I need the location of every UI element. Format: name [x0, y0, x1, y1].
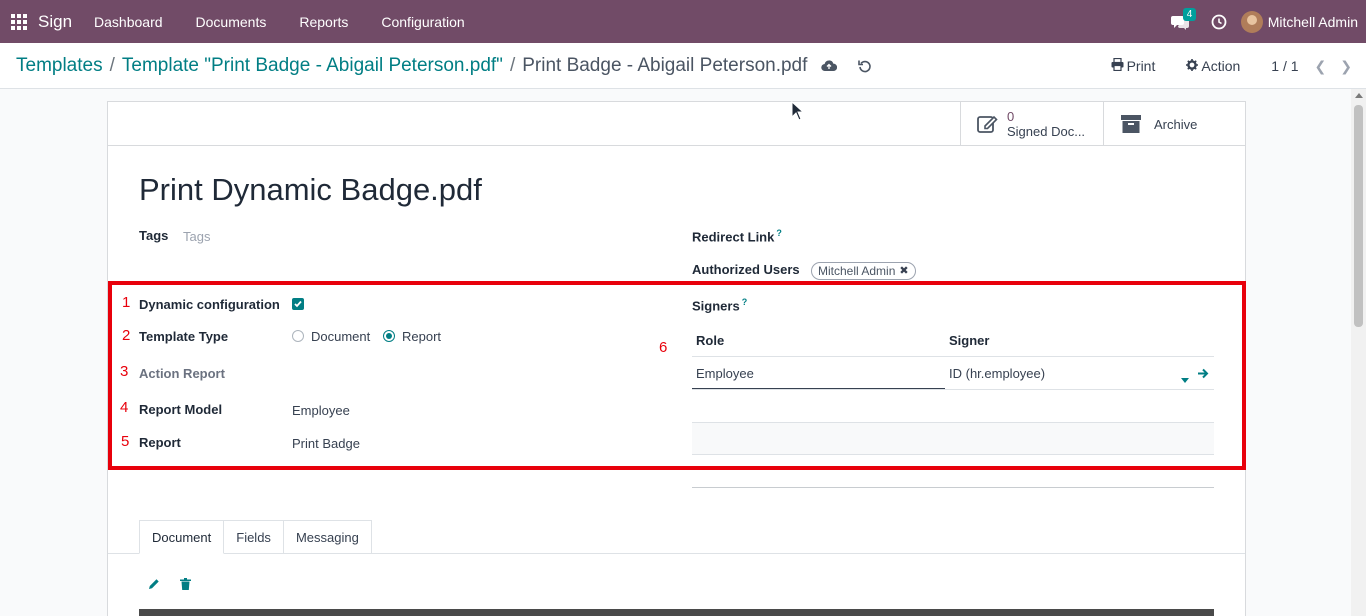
- gear-icon: [1186, 58, 1201, 74]
- tags-label: Tags: [139, 228, 169, 243]
- document-preview-area: [139, 609, 1214, 616]
- dynamic-configuration-label: Dynamic configuration: [139, 297, 280, 312]
- action-button[interactable]: Action: [1186, 58, 1240, 74]
- breadcrumb: Templates / Template "Print Badge - Abig…: [16, 55, 873, 77]
- breadcrumb-separator: /: [109, 54, 115, 76]
- open-record-arrow-icon[interactable]: [1198, 367, 1209, 382]
- table-row-divider: [692, 454, 1214, 455]
- smart-button-box: 0 Signed Doc... Archive: [108, 102, 1245, 146]
- dynamic-configuration-checkbox[interactable]: [292, 298, 304, 310]
- report-model-value[interactable]: Employee: [292, 403, 350, 418]
- signed-documents-label: Signed Doc...: [1007, 124, 1086, 139]
- tab-document[interactable]: Document: [139, 520, 225, 554]
- messaging-icon[interactable]: 4: [1170, 7, 1197, 30]
- pencil-icon[interactable]: [147, 577, 161, 591]
- page-scrollbar[interactable]: [1351, 89, 1366, 616]
- signed-documents-button[interactable]: 0 Signed Doc...: [960, 102, 1103, 146]
- signer-row-role-input[interactable]: Employee: [696, 366, 754, 381]
- signers-label: Signers?: [692, 297, 748, 314]
- annotation-number: 6: [659, 339, 668, 356]
- signers-column-signer[interactable]: Signer: [949, 333, 989, 348]
- annotation-number: 4: [120, 399, 129, 416]
- top-navbar: Sign Dashboard Documents Reports Configu…: [0, 0, 1366, 43]
- menu-reports[interactable]: Reports: [299, 14, 348, 30]
- form-sheet: 0 Signed Doc... Archive Print Dynamic Ba…: [107, 101, 1246, 616]
- pager-next-icon[interactable]: ❯: [1340, 58, 1352, 75]
- annotation-number: 1: [122, 294, 131, 311]
- authorized-user-tag[interactable]: Mitchell Admin ✖: [811, 262, 916, 280]
- breadcrumb-separator: /: [509, 54, 516, 76]
- trash-icon[interactable]: [178, 577, 192, 591]
- save-cloud-icon[interactable]: [821, 58, 838, 74]
- report-model-label: Report Model: [139, 402, 223, 417]
- annotation-number: 5: [121, 433, 130, 450]
- breadcrumb-template-record[interactable]: Template "Print Badge - Abigail Peterson…: [122, 55, 503, 77]
- archive-button[interactable]: Archive: [1103, 102, 1245, 146]
- menu-documents[interactable]: Documents: [196, 14, 267, 30]
- remove-tag-icon[interactable]: ✖: [899, 263, 908, 279]
- user-avatar[interactable]: [1240, 10, 1263, 33]
- report-label: Report: [139, 435, 181, 450]
- redirect-link-label: Redirect Link?: [692, 228, 782, 245]
- empty-table-row: [692, 423, 1214, 454]
- template-type-document-radio[interactable]: [292, 330, 304, 342]
- breadcrumb-current: Print Badge - Abigail Peterson.pdf: [522, 54, 808, 76]
- user-menu-name[interactable]: Mitchell Admin: [1268, 14, 1358, 30]
- archive-box-icon: [1120, 113, 1142, 135]
- action-label: Action: [1201, 58, 1241, 74]
- messaging-count-badge: 4: [1182, 7, 1197, 21]
- document-title[interactable]: Print Dynamic Badge.pdf: [139, 172, 482, 208]
- template-type-report-label[interactable]: Report: [402, 329, 441, 344]
- template-type-report-radio[interactable]: [383, 330, 395, 342]
- signature-edit-icon: [977, 113, 999, 135]
- signer-row-signer-input[interactable]: ID (hr.employee): [949, 366, 1045, 381]
- annotation-number: 2: [122, 327, 131, 344]
- pager-previous-icon[interactable]: ❮: [1315, 58, 1327, 75]
- tags-input[interactable]: Tags: [183, 229, 210, 244]
- template-type-document-label[interactable]: Document: [311, 329, 370, 344]
- dropdown-caret-icon[interactable]: [1181, 371, 1189, 386]
- template-type-label: Template Type: [139, 329, 229, 344]
- signers-column-role[interactable]: Role: [696, 333, 724, 348]
- authorized-user-name: Mitchell Admin: [818, 264, 896, 278]
- printer-icon: [1111, 57, 1127, 74]
- action-report-label: Action Report: [139, 366, 225, 381]
- menu-configuration[interactable]: Configuration: [381, 14, 464, 30]
- scroll-up-icon[interactable]: [1355, 93, 1363, 98]
- help-tooltip-icon[interactable]: ?: [776, 228, 782, 238]
- authorized-users-label: Authorized Users: [692, 262, 800, 277]
- apps-menu-icon[interactable]: [0, 0, 38, 43]
- table-row-divider: [692, 389, 1214, 390]
- pager-value[interactable]: 1 / 1: [1271, 58, 1298, 74]
- table-footer-divider: [692, 487, 1214, 488]
- app-brand[interactable]: Sign: [38, 12, 72, 32]
- control-panel: Templates / Template "Print Badge - Abig…: [0, 43, 1366, 89]
- discard-undo-icon[interactable]: [857, 58, 873, 74]
- table-header-divider: [692, 356, 1214, 357]
- mouse-pointer-icon: [791, 100, 805, 124]
- print-button[interactable]: Print: [1111, 57, 1156, 74]
- tab-messaging[interactable]: Messaging: [283, 520, 372, 554]
- print-label: Print: [1126, 58, 1156, 74]
- breadcrumb-templates[interactable]: Templates: [16, 55, 103, 77]
- help-tooltip-icon[interactable]: ?: [742, 297, 748, 307]
- scrollbar-thumb[interactable]: [1354, 105, 1363, 327]
- annotation-number: 3: [120, 363, 129, 380]
- activity-clock-icon[interactable]: [1211, 14, 1227, 30]
- archive-label: Archive: [1154, 116, 1198, 132]
- notebook-tabs: Document Fields Messaging: [139, 520, 372, 554]
- menu-dashboard[interactable]: Dashboard: [94, 14, 163, 30]
- report-value[interactable]: Print Badge: [292, 436, 360, 451]
- signed-documents-count: 0: [1007, 109, 1015, 124]
- tab-fields[interactable]: Fields: [224, 520, 284, 554]
